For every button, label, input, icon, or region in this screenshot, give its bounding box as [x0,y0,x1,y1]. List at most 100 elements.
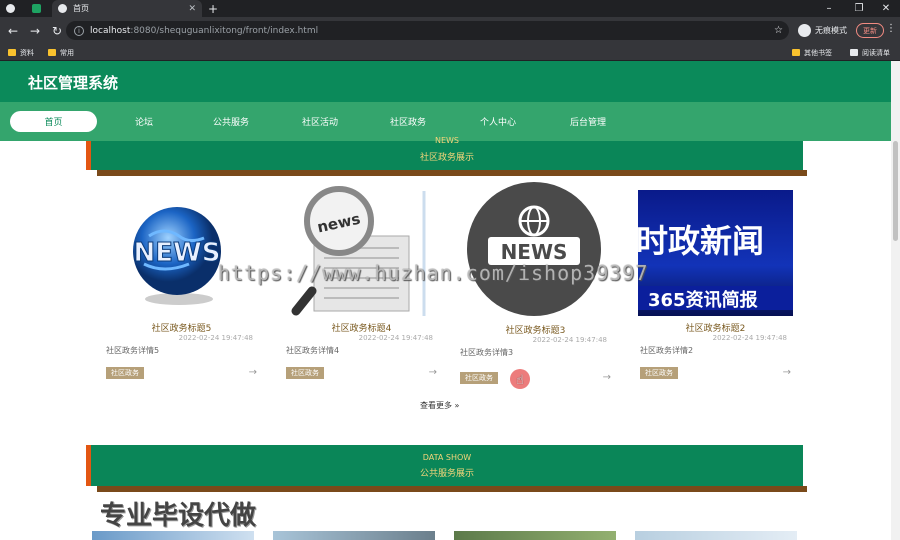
card-image: 时政新闻 365资讯简报 [638,190,793,316]
section-cn-title: 公共服务展示 [419,469,474,479]
watermark: https://www.huzhan.com/ishop39397 [218,261,649,285]
card-desc: 社区政务详情2 [640,346,694,355]
section-cn-title: 社区政务展示 [419,153,474,163]
nav-admin[interactable]: 后台管理 [559,111,617,132]
data-section-header: DATA SHOW 公共服务展示 [86,445,807,492]
banner-text-sub: 365资讯简报 [648,289,758,311]
folder-icon [792,49,800,56]
globe-icon [6,4,15,13]
bookmark-label: 其他书签 [804,48,832,57]
scrollbar-thumb[interactable] [893,141,898,241]
card-tag[interactable]: 社区政务 [640,367,678,379]
card-tag[interactable]: 社区政务 [106,367,144,379]
bookmark-folder[interactable]: 资料 [8,47,34,58]
nav-home[interactable]: 首页 [10,111,97,132]
service-image[interactable] [454,531,616,540]
folder-icon [48,49,56,56]
minimize-icon[interactable]: – [815,0,843,17]
close-window-icon[interactable]: ✕ [872,0,900,17]
news-card[interactable]: NEWS 社区政务标题3 2022-02-24 19:47:48 社区政务详情3… [458,181,613,391]
url-host: localhost [90,25,131,36]
tab-1[interactable] [0,0,22,17]
nav-public-service[interactable]: 公共服务 [202,111,260,132]
view-more-link[interactable]: 查看更多 » [420,400,459,411]
incognito-indicator[interactable]: 无痕模式 [798,23,847,38]
card-tag[interactable]: 社区政务 [460,372,498,384]
forward-icon[interactable]: → [26,22,44,40]
shizheng-news-banner: 时政新闻 365资讯简报 [638,222,793,311]
globe-icon [58,4,67,13]
ribbon-shadow [97,170,807,176]
card-title[interactable]: 社区政务标题3 [458,323,613,336]
tab-label: 首页 [73,4,89,13]
site-title: 社区管理系统 [28,74,119,92]
page-scrollbar[interactable] [891,61,900,540]
service-image[interactable] [635,531,797,540]
nav-affairs[interactable]: 社区政务 [379,111,437,132]
url-path: :8080/shequguanlixitong/front/index.html [130,25,319,36]
bookmark-folder[interactable]: 常用 [48,47,74,58]
card-date: 2022-02-24 19:47:48 [712,334,787,342]
restore-icon[interactable]: ❐ [845,0,873,17]
site-header: 社区管理系统 [0,61,891,102]
tab-home[interactable]: 首页 ✕ [52,0,202,17]
news-card[interactable]: NEWS 社区政务标题5 2022-02-24 19:47:48 社区政务详情5… [104,186,259,386]
nav-profile[interactable]: 个人中心 [469,111,527,132]
double-chevron-icon: » [454,401,460,410]
globe-news-icon: NEWS [133,207,221,305]
card-title[interactable]: 社区政务标题5 [104,321,259,334]
news-card[interactable]: 时政新闻 365资讯简报 社区政务标题2 2022-02-24 19:47:48… [638,186,793,386]
nav-activities[interactable]: 社区活动 [291,111,349,132]
card-desc: 社区政务详情4 [286,346,340,355]
card-desc: 社区政务详情5 [106,346,160,355]
bookmark-label: 资料 [20,48,34,57]
arrow-right-icon[interactable]: → [249,367,257,378]
service-image[interactable] [92,531,254,540]
close-icon[interactable]: ✕ [188,4,196,14]
bookmark-label: 阅读清单 [862,48,890,57]
update-button[interactable]: 更新 [856,23,884,38]
tab-2[interactable] [26,0,50,17]
card-image: NEWS [104,186,259,316]
section-en-title: NEWS [434,136,460,145]
card-desc: 社区政务详情3 [460,348,514,357]
ribbon-shadow [97,486,807,492]
reload-icon[interactable]: ↻ [48,22,66,40]
nav-forum[interactable]: 论坛 [115,111,173,132]
card-title[interactable]: 社区政务标题2 [638,321,793,334]
bookmarks-bar: 资料 常用 其他书签 阅读清单 [0,44,900,61]
arrow-right-icon[interactable]: → [603,372,611,383]
bookmark-folder[interactable]: 其他书签 [792,47,832,58]
card-date: 2022-02-24 19:47:48 [178,334,253,342]
incognito-icon [798,24,811,37]
sheet-icon [32,4,41,13]
news-circle-icon: NEWS [467,182,601,316]
section-en-title: DATA SHOW [422,453,472,462]
back-icon[interactable]: ← [4,22,22,40]
info-icon[interactable]: i [74,25,84,36]
star-icon[interactable]: ☆ [774,25,783,36]
incognito-label: 无痕模式 [815,26,847,35]
overlay-text: 专业毕设代做 [100,501,257,531]
bookmark-label: 常用 [60,48,74,57]
hand-cursor-icon: ☝ [516,373,524,388]
card-date: 2022-02-24 19:47:48 [358,334,433,342]
card-title[interactable]: 社区政务标题4 [284,321,439,334]
news-card[interactable]: news 社区政务标题4 2022-02-24 19:47:48 社区政务详情4… [284,186,439,386]
card-tag[interactable]: 社区政务 [286,367,324,379]
reading-list[interactable]: 阅读清单 [850,47,890,58]
service-image[interactable] [273,531,435,540]
arrow-right-icon[interactable]: → [429,367,437,378]
web-page: 社区管理系统 首页 论坛 公共服务 社区活动 社区政务 个人中心 后台管理 NE… [0,61,891,540]
browser-toolbar: ← → ↻ i localhost :8080/shequguanlixiton… [0,17,900,44]
new-tab-button[interactable]: + [208,0,224,17]
card-image: NEWS [458,181,613,321]
banner-text-main: 时政新闻 [638,222,764,260]
menu-icon[interactable]: ⋮ [886,23,896,34]
address-bar[interactable]: i localhost :8080/shequguanlixitong/fron… [66,21,789,40]
card-image: news [284,186,439,316]
news-section-header: NEWS 社区政务展示 [86,136,807,176]
view-more-label: 查看更多 [420,401,452,410]
folder-icon [8,49,16,56]
arrow-right-icon[interactable]: → [783,367,791,378]
